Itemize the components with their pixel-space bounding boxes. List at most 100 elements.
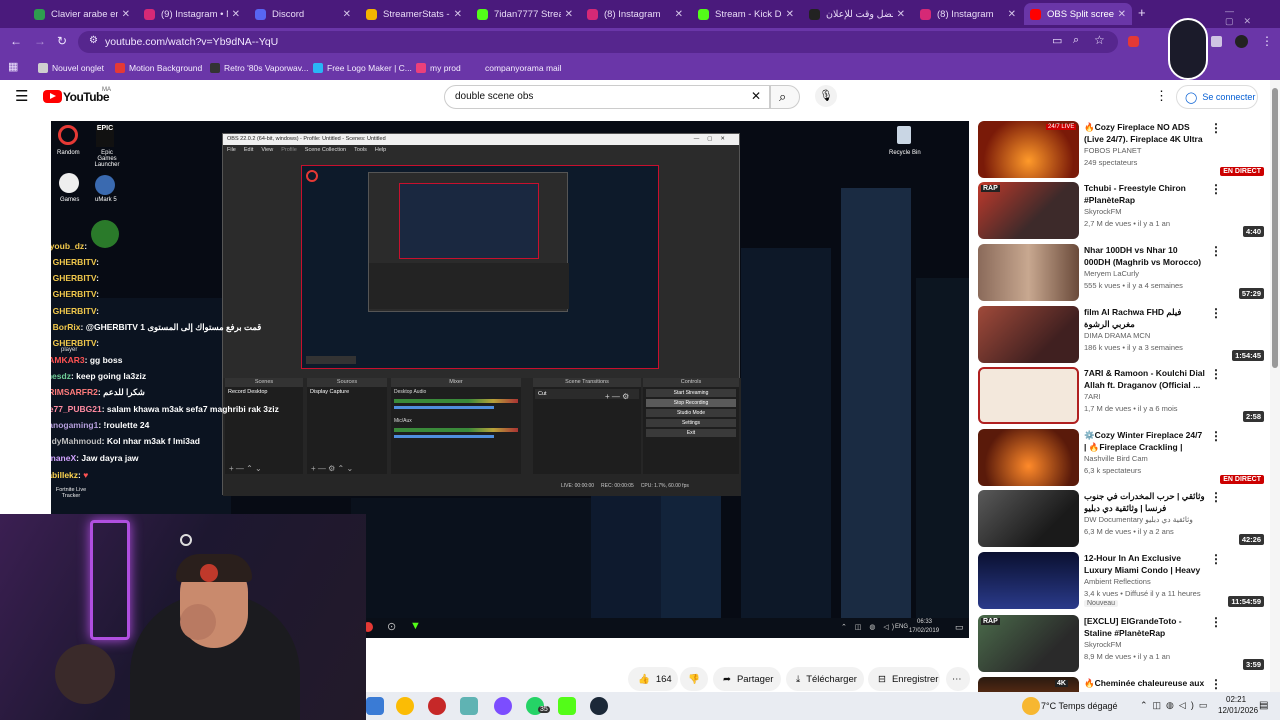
bookmark[interactable]: companyorama mail [471,60,562,76]
extensions-icon[interactable] [1211,36,1222,47]
close-icon[interactable]: ✕ [897,9,905,20]
bookmark[interactable]: Nouvel onglet [38,60,104,76]
new-tab-button[interactable]: + [1138,5,1146,20]
more-actions-button[interactable]: ⋯ [946,667,970,691]
bookmark[interactable]: Motion Background [115,60,202,76]
source-controls[interactable]: + — ⚙ ⌃ ⌄ [311,464,353,473]
volume-slider[interactable] [394,406,494,409]
site-info-icon[interactable]: ⚙ [89,35,98,46]
close-icon[interactable]: ✕ [343,9,351,20]
games-icon[interactable] [59,173,79,193]
close-icon[interactable]: ✕ [786,9,794,20]
save-button[interactable]: ⊟ Enregistrer [868,667,940,691]
more-icon[interactable]: ⋮ [1210,552,1222,566]
more-icon[interactable]: ⋮ [1210,490,1222,504]
video-thumbnail[interactable] [978,367,1079,424]
umark-icon[interactable] [95,175,115,195]
close-icon[interactable]: ✕ [232,9,240,20]
bookmark-star-icon[interactable]: ☆ [1094,33,1105,47]
recommendation-item[interactable]: 24/7 LIVE EN DIRECT 🔥Cozy Fireplace NO A… [978,121,1268,179]
chrome-icon[interactable] [396,697,414,715]
channel-name[interactable]: DW Documentary وثائقية دي دبليو [1084,515,1193,524]
recycle-bin-icon[interactable] [897,126,911,144]
clear-search-icon[interactable]: ✕ [751,89,761,103]
recommendation-item[interactable]: RAP 3:59 [EXCLU] ElGrandeToto - Staline … [978,615,1268,673]
search-button[interactable]: ⌕ [770,85,800,109]
browser-tab[interactable]: (9) Instagram • M ✕ [138,3,246,25]
video-thumbnail[interactable] [978,552,1079,609]
video-title[interactable]: Nhar 100DH vs Nhar 10 000DH (Maghrib vs … [1084,244,1206,268]
browser-tab[interactable]: Stream - Kick Das✕ [692,3,800,25]
recommendation-item[interactable]: 4K 🔥Cheminée chaleureuse aux ⋮ [978,677,1268,692]
url-field[interactable]: youtube.com/watch?v=Yb9dNA--YqU [78,31,1118,53]
scene-controls[interactable]: + — ⌃ ⌄ [229,464,262,473]
channel-name[interactable]: Ambient Reflections [1084,577,1151,586]
video-thumbnail[interactable] [978,306,1079,363]
weather-text[interactable]: 7°C Temps dégagé [1041,701,1117,711]
video-thumbnail[interactable] [978,429,1079,486]
video-title[interactable]: وثائقي | حرب المخدرات في جنوب فرنسا | وث… [1084,490,1206,514]
transition-controls[interactable]: + — ⚙ [605,392,629,401]
scene-item[interactable]: Record Desktop [225,387,303,397]
more-icon[interactable]: ⋮ [1210,677,1222,691]
browser-tab[interactable]: (8) Instagram ✕ [581,3,689,25]
channel-name[interactable]: FOBOS PLANET [1084,146,1142,155]
bookmark[interactable]: Free Logo Maker | C... [313,60,412,76]
channel-name[interactable]: 7ARI [1084,392,1101,401]
browser-tab[interactable]: (8) Instagram ✕ [914,3,1022,25]
channel-name[interactable]: SkyrockFM [1084,640,1122,649]
bookmark[interactable]: my prod [416,60,461,76]
video-title[interactable]: film Al Rachwa FHD فيلم مغربي الرشوة [1084,306,1206,330]
source-item[interactable]: Display Capture [307,387,387,397]
channel-name[interactable]: Meryem LaCurly [1084,269,1139,278]
channel-name[interactable]: DIMA DRAMA MCN [1084,331,1150,340]
search-input[interactable]: double scene obs [444,85,770,109]
reload-icon[interactable]: ↻ [57,34,67,48]
notification-center-icon[interactable]: ▤ [1259,700,1268,711]
forward-icon[interactable]: → [34,34,46,48]
obs-menu-item[interactable]: Help [375,145,386,155]
hamburger-menu-icon[interactable]: ☰ [15,87,28,105]
obs-preview[interactable] [301,165,659,369]
settings-dots-icon[interactable]: ⋮ [1155,88,1168,104]
obs-menu-item[interactable]: Tools [354,145,367,155]
obs-menu-item[interactable]: View [261,145,273,155]
menu-icon[interactable]: ⋮ [1261,34,1273,48]
start-streaming-button[interactable]: Start Streaming [646,389,736,397]
more-icon[interactable]: ⋮ [1210,244,1222,258]
more-icon[interactable]: ⋮ [1210,615,1222,629]
settings-button[interactable]: Settings [646,419,736,427]
close-icon[interactable]: ✕ [122,9,130,20]
browser-tab[interactable]: 7idan7777 Stream✕ [471,3,579,25]
obs-window[interactable]: OBS 22.0.2 (64-bit, windows) - Profile: … [222,133,741,496]
bookmark[interactable]: Retro '80s Vaporwav... [210,60,308,76]
like-button[interactable]: 👍 164 [628,667,678,691]
back-icon[interactable]: ← [10,34,22,48]
zoom-icon[interactable]: ⌕ [1073,34,1079,47]
recommendation-item[interactable]: 42:26 وثائقي | حرب المخدرات في جنوب فرنس… [978,490,1268,548]
exit-button[interactable]: Exit [646,429,736,437]
dislike-button[interactable]: 👎 [680,667,708,691]
close-icon[interactable]: ✕ [675,9,683,20]
video-title[interactable]: 🔥Cheminée chaleureuse aux [1084,677,1206,689]
video-title[interactable]: 🔥Cozy Fireplace NO ADS (Live 24/7). Fire… [1084,121,1206,145]
more-icon[interactable]: ⋮ [1210,367,1222,381]
random-icon[interactable] [58,125,78,145]
clock-time[interactable]: 02:21 [1226,695,1246,704]
video-thumbnail[interactable] [978,490,1079,547]
video-title[interactable]: 7ARI & Ramoon - Koulchi Dial Allah ft. D… [1084,367,1206,391]
recommendation-item[interactable]: 2:58 7ARI & Ramoon - Koulchi Dial Allah … [978,367,1268,425]
recommendation-item[interactable]: EN DIRECT ⚙️Cozy Winter Fireplace 24/7 |… [978,429,1268,487]
apps-grid-icon[interactable]: ▦ [8,60,18,73]
video-title[interactable]: 12-Hour In An Exclusive Luxury Miami Con… [1084,552,1206,576]
video-title[interactable]: Tchubi - Freestyle Chiron #PlanèteRap [1084,182,1206,206]
obs-menu-item[interactable]: Scene Collection [305,145,346,155]
browser-tab-active[interactable]: OBS Split screen ✕ [1024,3,1132,25]
system-tray-icons[interactable]: ⌃◫◍◁)▭ [1140,700,1212,711]
recommendation-item[interactable]: 57:29 Nhar 100DH vs Nhar 10 000DH (Maghr… [978,244,1268,302]
browser-tab[interactable]: Clavier arabe en l✕ [28,3,136,25]
app-icon[interactable] [366,697,384,715]
download-button[interactable]: ⤓ Télécharger [786,667,864,691]
channel-name[interactable]: SkyrockFM [1084,207,1122,216]
window-controls[interactable]: —▢✕ [1225,6,1273,26]
